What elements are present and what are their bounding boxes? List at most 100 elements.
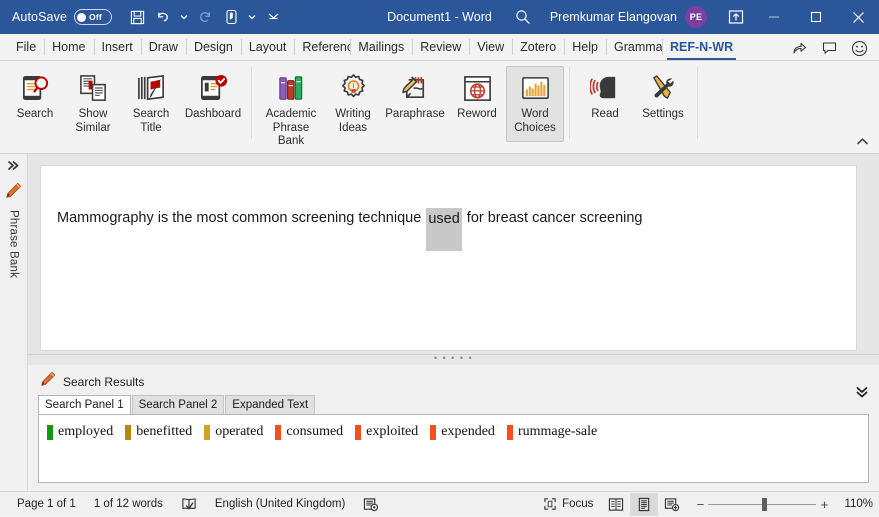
phrase-bank-taskpane-strip[interactable]: Phrase Bank <box>0 154 28 491</box>
tab-file[interactable]: File <box>8 34 44 60</box>
ribbon-button-writing-ideas[interactable]: Writing Ideas <box>324 66 382 142</box>
choice-label: exploited <box>366 424 419 439</box>
tools-settings-icon <box>648 71 679 105</box>
page-count-status[interactable]: Page 1 of 1 <box>8 493 85 516</box>
tab-review[interactable]: Review <box>412 34 469 60</box>
list-item[interactable]: rummage-sale <box>506 423 598 441</box>
zoom-in-button[interactable]: + <box>816 497 832 512</box>
touch-mode-button[interactable] <box>218 4 244 30</box>
close-button[interactable] <box>837 0 879 34</box>
panel-splitter[interactable]: • • • • • <box>28 351 879 365</box>
zoom-slider[interactable]: − + <box>692 497 832 512</box>
choice-label: expended <box>441 424 495 439</box>
tab-home[interactable]: Home <box>44 34 93 60</box>
word-application-window: AutoSave Off Document1 - Word Premkumar … <box>0 0 879 517</box>
list-item[interactable]: exploited <box>355 423 418 441</box>
tab-search-panel-2[interactable]: Search Panel 2 <box>131 395 225 414</box>
tab-expanded-text[interactable]: Expanded Text <box>225 395 316 414</box>
undo-icon <box>157 12 168 21</box>
customize-qat-button[interactable] <box>260 4 286 30</box>
proofing-status-button[interactable] <box>172 493 206 516</box>
autosave-toggle[interactable]: Off <box>74 9 113 25</box>
collapse-results-panel-button[interactable] <box>853 383 871 401</box>
tab-grammarly[interactable]: Grammarly <box>605 34 662 60</box>
choice-label: rummage-sale <box>517 424 598 439</box>
zoom-out-button[interactable]: − <box>692 497 708 512</box>
touch-mode-dropdown-button[interactable] <box>244 4 260 30</box>
ribbon-button-writing-ideas-label2: Ideas <box>338 121 368 134</box>
list-item[interactable]: expended <box>430 423 495 441</box>
ribbon-display-options-button[interactable] <box>719 2 753 32</box>
ribbon-button-show-similar[interactable]: Show Similar <box>64 66 122 142</box>
tab-view[interactable]: View <box>469 34 512 60</box>
tab-layout[interactable]: Layout <box>240 34 295 60</box>
show-similar-icon <box>78 71 109 105</box>
search-button[interactable] <box>506 2 540 32</box>
autosave-toggle-knob <box>77 12 87 22</box>
list-item[interactable]: consumed <box>275 423 343 441</box>
search-results-title: Search Results <box>63 374 145 389</box>
list-item[interactable]: operated <box>204 423 263 441</box>
list-item[interactable]: employed <box>47 423 113 441</box>
ribbon-display-options-icon <box>728 10 744 24</box>
ribbon-button-word-choices[interactable]: Word Choices <box>506 66 564 142</box>
list-item[interactable]: benefitted <box>125 423 192 441</box>
share-icon <box>792 42 806 54</box>
ribbon-button-show-similar-label2: Similar <box>75 121 111 134</box>
save-icon <box>130 10 144 24</box>
phrase-bank-icon <box>276 71 307 105</box>
read-aloud-icon <box>589 71 621 105</box>
selected-word[interactable]: used <box>426 208 462 251</box>
feedback-smiley-button[interactable] <box>845 36 873 60</box>
language-status[interactable]: English (United Kingdom) <box>206 493 354 516</box>
tab-help[interactable]: Help <box>564 34 606 60</box>
tab-references[interactable]: References <box>294 34 350 60</box>
tab-insert[interactable]: Insert <box>93 34 141 60</box>
zoom-slider-track[interactable] <box>708 497 817 511</box>
comments-button[interactable] <box>815 36 843 60</box>
web-layout-icon <box>665 497 680 511</box>
ribbon-button-search-title[interactable]: Search Title <box>122 66 180 142</box>
document-page[interactable]: Mammography is the most common screening… <box>40 165 857 351</box>
zoom-level-label[interactable]: 110% <box>838 498 873 510</box>
redo-button[interactable] <box>192 4 218 30</box>
ribbon-group-tools: Read Settings <box>570 61 698 149</box>
document-paragraph[interactable]: Mammography is the most common screening… <box>57 208 856 251</box>
undo-dropdown-button[interactable] <box>176 4 192 30</box>
choice-color-swatch <box>204 424 211 440</box>
minimize-button[interactable] <box>753 0 795 34</box>
word-count-status[interactable]: 1 of 12 words <box>85 493 172 516</box>
tab-search-panel-1[interactable]: Search Panel 1 <box>38 395 131 414</box>
ribbon-button-settings[interactable]: Settings <box>634 66 692 142</box>
web-layout-view-button[interactable] <box>658 493 686 516</box>
ribbon-button-read[interactable]: Read <box>576 66 634 142</box>
ribbon-button-dashboard[interactable]: Dashboard <box>180 66 246 142</box>
focus-mode-button[interactable]: Focus <box>534 493 602 516</box>
chevron-down-icon <box>180 15 188 20</box>
accessibility-status-button[interactable] <box>354 493 388 516</box>
ribbon-button-reword[interactable]: Reword <box>448 66 506 142</box>
print-layout-view-button[interactable] <box>630 492 659 516</box>
tab-zotero[interactable]: Zotero <box>512 34 564 60</box>
ribbon-button-search[interactable]: Search <box>6 66 64 142</box>
ribbon-button-settings-label: Settings <box>642 108 684 120</box>
collapse-ribbon-button[interactable] <box>851 131 873 151</box>
pencil-icon <box>40 371 56 392</box>
maximize-button[interactable] <box>795 0 837 34</box>
tab-design[interactable]: Design <box>185 34 241 60</box>
avatar[interactable]: PE <box>685 6 707 28</box>
read-mode-view-button[interactable] <box>602 493 630 516</box>
share-button[interactable] <box>785 36 813 60</box>
tab-ref-n-wr[interactable]: REF-N-WR <box>661 34 741 60</box>
tab-draw[interactable]: Draw <box>140 34 186 60</box>
zoom-slider-thumb[interactable] <box>762 497 768 511</box>
search-results-panel: Search Results Search Panel 1 Search Pan… <box>28 365 879 491</box>
phrase-bank-label: Phrase Bank <box>7 210 20 279</box>
ribbon-button-paraphrase[interactable]: Paraphrase <box>382 66 448 142</box>
chevron-down-icon <box>248 15 256 20</box>
save-button[interactable] <box>124 4 150 30</box>
tab-mailings[interactable]: Mailings <box>350 34 412 60</box>
undo-button[interactable] <box>150 4 176 30</box>
double-chevron-right-icon[interactable] <box>7 160 20 174</box>
ribbon-button-academic-phrase-bank[interactable]: Academic Phrase Bank <box>258 66 324 150</box>
